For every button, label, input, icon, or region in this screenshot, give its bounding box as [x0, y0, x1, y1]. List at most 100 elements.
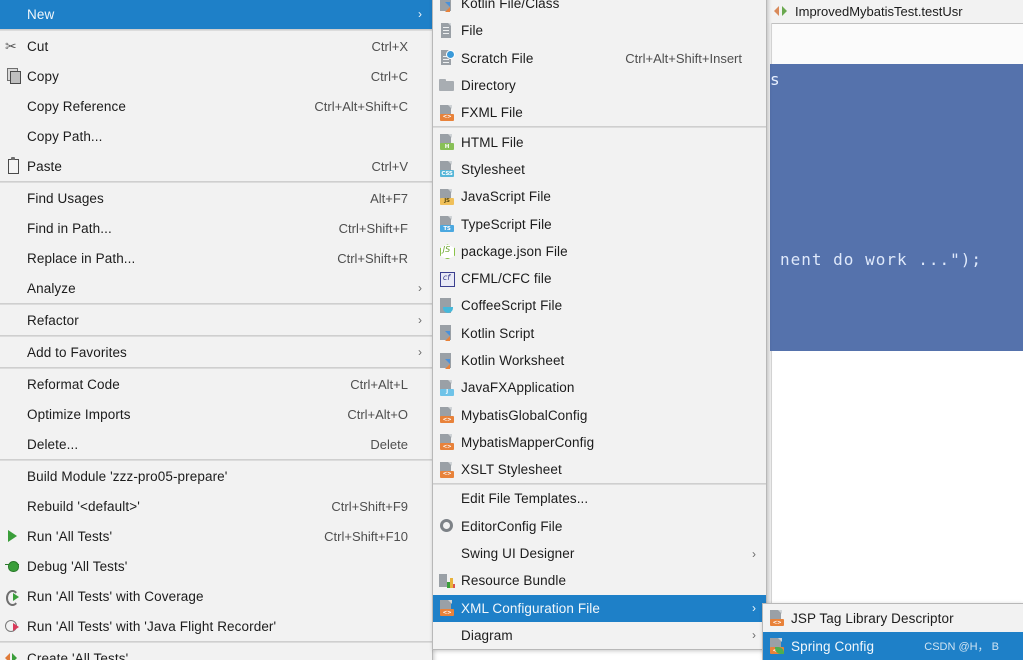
- menu-item-label: Directory: [461, 78, 516, 94]
- menu-item-label: Run 'All Tests' with Coverage: [27, 588, 204, 604]
- menu-item-mybatismapperconfig[interactable]: <> MybatisMapperConfig: [433, 429, 766, 456]
- menu-item-kotlin-file-class[interactable]: Kotlin File/Class: [433, 0, 766, 17]
- menu-item-shortcut: Ctrl+Shift+F10: [324, 528, 408, 544]
- new-submenu[interactable]: Kotlin File/Class File Scratch File Ctrl+Al…: [432, 0, 767, 651]
- menu-item-typescript-file[interactable]: TS TypeScript File: [433, 210, 766, 237]
- menu-item-coffeescript-file[interactable]: CoffeeScript File: [433, 292, 766, 319]
- editor-selection-block[interactable]: s nent do work ...");: [770, 64, 1023, 351]
- menu-item-label: MybatisGlobalConfig: [461, 407, 588, 423]
- menu-item-cfml-cfc-file[interactable]: cf CFML/CFC file: [433, 265, 766, 292]
- menu-item-label: Resource Bundle: [461, 573, 567, 589]
- menu-item-label: package.json File: [461, 243, 568, 259]
- menu-item-xslt-stylesheet[interactable]: <> XSLT Stylesheet: [433, 456, 766, 483]
- menu-item-find-in-path[interactable]: Find in Path... Ctrl+Shift+F: [0, 213, 432, 243]
- menu-item-label: Create 'All Tests'...: [27, 650, 140, 660]
- menu-item-swing-ui-designer[interactable]: Swing UI Designer ›: [433, 540, 766, 567]
- menu-item-refactor[interactable]: Refactor ›: [0, 305, 432, 335]
- menu-item-label: Paste: [27, 158, 63, 174]
- menu-item-label: MybatisMapperConfig: [461, 434, 595, 450]
- submenu-chevron-icon: ›: [752, 601, 756, 616]
- menu-item-icon-slot: [0, 309, 27, 331]
- menu-item-run-all-tests[interactable]: Run 'All Tests' Ctrl+Shift+F10: [0, 521, 432, 551]
- xml-configuration-submenu[interactable]: <>JSP Tag Library Descriptor<>Spring Con…: [762, 603, 1023, 660]
- css-file-icon: CSS: [433, 158, 461, 180]
- menu-item-html-file[interactable]: H HTML File: [433, 128, 766, 155]
- coverage-icon: [0, 585, 27, 607]
- menu-item-label: Spring Config: [791, 638, 875, 654]
- menu-item-paste[interactable]: Paste Ctrl+V: [0, 151, 432, 181]
- menu-item-copy-reference[interactable]: Copy Reference Ctrl+Alt+Shift+C: [0, 91, 432, 121]
- copy-icon: [0, 65, 27, 87]
- editor-selection-code-fragment: nent do work ...");: [780, 250, 983, 269]
- html-file-icon: H: [433, 131, 461, 153]
- menu-item-shortcut: Ctrl+Alt+L: [350, 376, 408, 392]
- menu-item-stylesheet[interactable]: CSS Stylesheet: [433, 156, 766, 183]
- menu-item-create-all-tests[interactable]: Create 'All Tests'...: [0, 643, 432, 660]
- menu-item-copy-path[interactable]: Copy Path...: [0, 121, 432, 151]
- menu-item-build-module-zzz-pro05-prepare[interactable]: Build Module 'zzz-pro05-prepare': [0, 461, 432, 491]
- menu-item-label: Find in Path...: [27, 220, 112, 236]
- menu-item-diagram[interactable]: Diagram ›: [433, 622, 766, 649]
- menu-item-kotlin-script[interactable]: Kotlin Script: [433, 320, 766, 347]
- menu-item-find-usages[interactable]: Find Usages Alt+F7: [0, 183, 432, 213]
- menu-item-add-to-favorites[interactable]: Add to Favorites ›: [0, 337, 432, 367]
- cut-icon: ✂: [5, 38, 17, 54]
- menu-item-label: Run 'All Tests' with 'Java Flight Record…: [27, 618, 277, 634]
- menu-item-label: Scratch File: [461, 50, 534, 66]
- menu-item-rebuild-default[interactable]: Rebuild '<default>' Ctrl+Shift+F9: [0, 491, 432, 521]
- menu-item-scratch-file[interactable]: Scratch File Ctrl+Alt+Shift+Insert: [433, 45, 766, 72]
- menu-item-package-json-file[interactable]: JS package.json File: [433, 238, 766, 265]
- menu-item-run-all-tests-with-java-flight-recorder[interactable]: Run 'All Tests' with 'Java Flight Record…: [0, 611, 432, 641]
- menu-item-icon-slot: [0, 3, 27, 25]
- menu-item-label: Cut: [27, 38, 49, 54]
- submenu-chevron-icon: ›: [418, 7, 422, 21]
- menu-item-replace-in-path[interactable]: Replace in Path... Ctrl+Shift+R: [0, 243, 432, 273]
- scratch-file-icon: [433, 47, 461, 69]
- submenu-chevron-icon: ›: [418, 281, 422, 295]
- menu-item-edit-file-templates[interactable]: Edit File Templates...: [433, 485, 766, 512]
- menu-item-directory[interactable]: Directory: [433, 72, 766, 99]
- menu-item-label: Reformat Code: [27, 376, 120, 392]
- menu-item-icon-slot: [433, 543, 461, 565]
- menu-item-shortcut: Ctrl+Shift+F: [338, 220, 408, 236]
- editor-tab-label[interactable]: ImprovedMybatisTest.testUsr: [795, 4, 963, 19]
- menu-item-fxml-file[interactable]: <> FXML File: [433, 99, 766, 126]
- menu-item-optimize-imports[interactable]: Optimize Imports Ctrl+Alt+O: [0, 399, 432, 429]
- kotlin-script-icon: [433, 322, 461, 344]
- ts-file-icon: TS: [433, 213, 461, 235]
- menu-item-label: Rebuild '<default>': [27, 498, 140, 514]
- menu-item-new[interactable]: New ›: [0, 0, 432, 29]
- menu-item-copy[interactable]: Copy Ctrl+C: [0, 61, 432, 91]
- spring-config-icon: <>: [763, 635, 791, 657]
- menu-item-xml-configuration-file[interactable]: <> XML Configuration File ›: [433, 594, 766, 622]
- menu-item-editorconfig-file[interactable]: EditorConfig File: [433, 513, 766, 540]
- menu-item-spring-config[interactable]: <>Spring Config CSDN @H， B: [763, 632, 1023, 660]
- menu-item-analyze[interactable]: Analyze ›: [0, 273, 432, 303]
- menu-item-run-all-tests-with-coverage[interactable]: Run 'All Tests' with Coverage: [0, 581, 432, 611]
- menu-item-icon-slot: [0, 95, 27, 117]
- menu-item-icon-slot: [0, 187, 27, 209]
- editor-context-menu[interactable]: New › ✂ Cut Ctrl+X Copy Ctrl+C Copy Reference Ct…: [0, 0, 433, 660]
- menu-item-javascript-file[interactable]: JS JavaScript File: [433, 183, 766, 210]
- menu-item-label: Stylesheet: [461, 161, 526, 177]
- screen-root: ImprovedMybatisTest.testUsr s nent do wo…: [0, 0, 1023, 660]
- menu-item-delete[interactable]: Delete... Delete: [0, 429, 432, 459]
- menu-item-debug-all-tests[interactable]: Debug 'All Tests': [0, 551, 432, 581]
- menu-item-file[interactable]: File: [433, 17, 766, 44]
- js-file-icon: JS: [433, 186, 461, 208]
- menu-item-shortcut: Ctrl+Shift+F9: [331, 498, 408, 514]
- menu-item-kotlin-worksheet[interactable]: Kotlin Worksheet: [433, 347, 766, 374]
- menu-item-label: Find Usages: [27, 190, 104, 206]
- menu-item-shortcut: Ctrl+Shift+R: [337, 250, 408, 266]
- menu-item-reformat-code[interactable]: Reformat Code Ctrl+Alt+L: [0, 369, 432, 399]
- menu-item-jsp-tag-library-descriptor[interactable]: <> JSP Tag Library Descriptor: [763, 604, 1023, 632]
- fxml-file-icon: <>: [433, 102, 461, 124]
- menu-item-resource-bundle[interactable]: Resource Bundle: [433, 567, 766, 594]
- menu-item-javafxapplication[interactable]: J JavaFXApplication: [433, 374, 766, 401]
- menu-item-label: New: [27, 6, 55, 22]
- menu-item-label: Debug 'All Tests': [27, 558, 128, 574]
- menu-item-cut[interactable]: ✂ Cut Ctrl+X: [0, 31, 432, 61]
- xml-file-icon: <>: [433, 404, 461, 426]
- npm-package-icon: JS: [433, 240, 461, 262]
- menu-item-mybatisglobalconfig[interactable]: <> MybatisGlobalConfig: [433, 401, 766, 428]
